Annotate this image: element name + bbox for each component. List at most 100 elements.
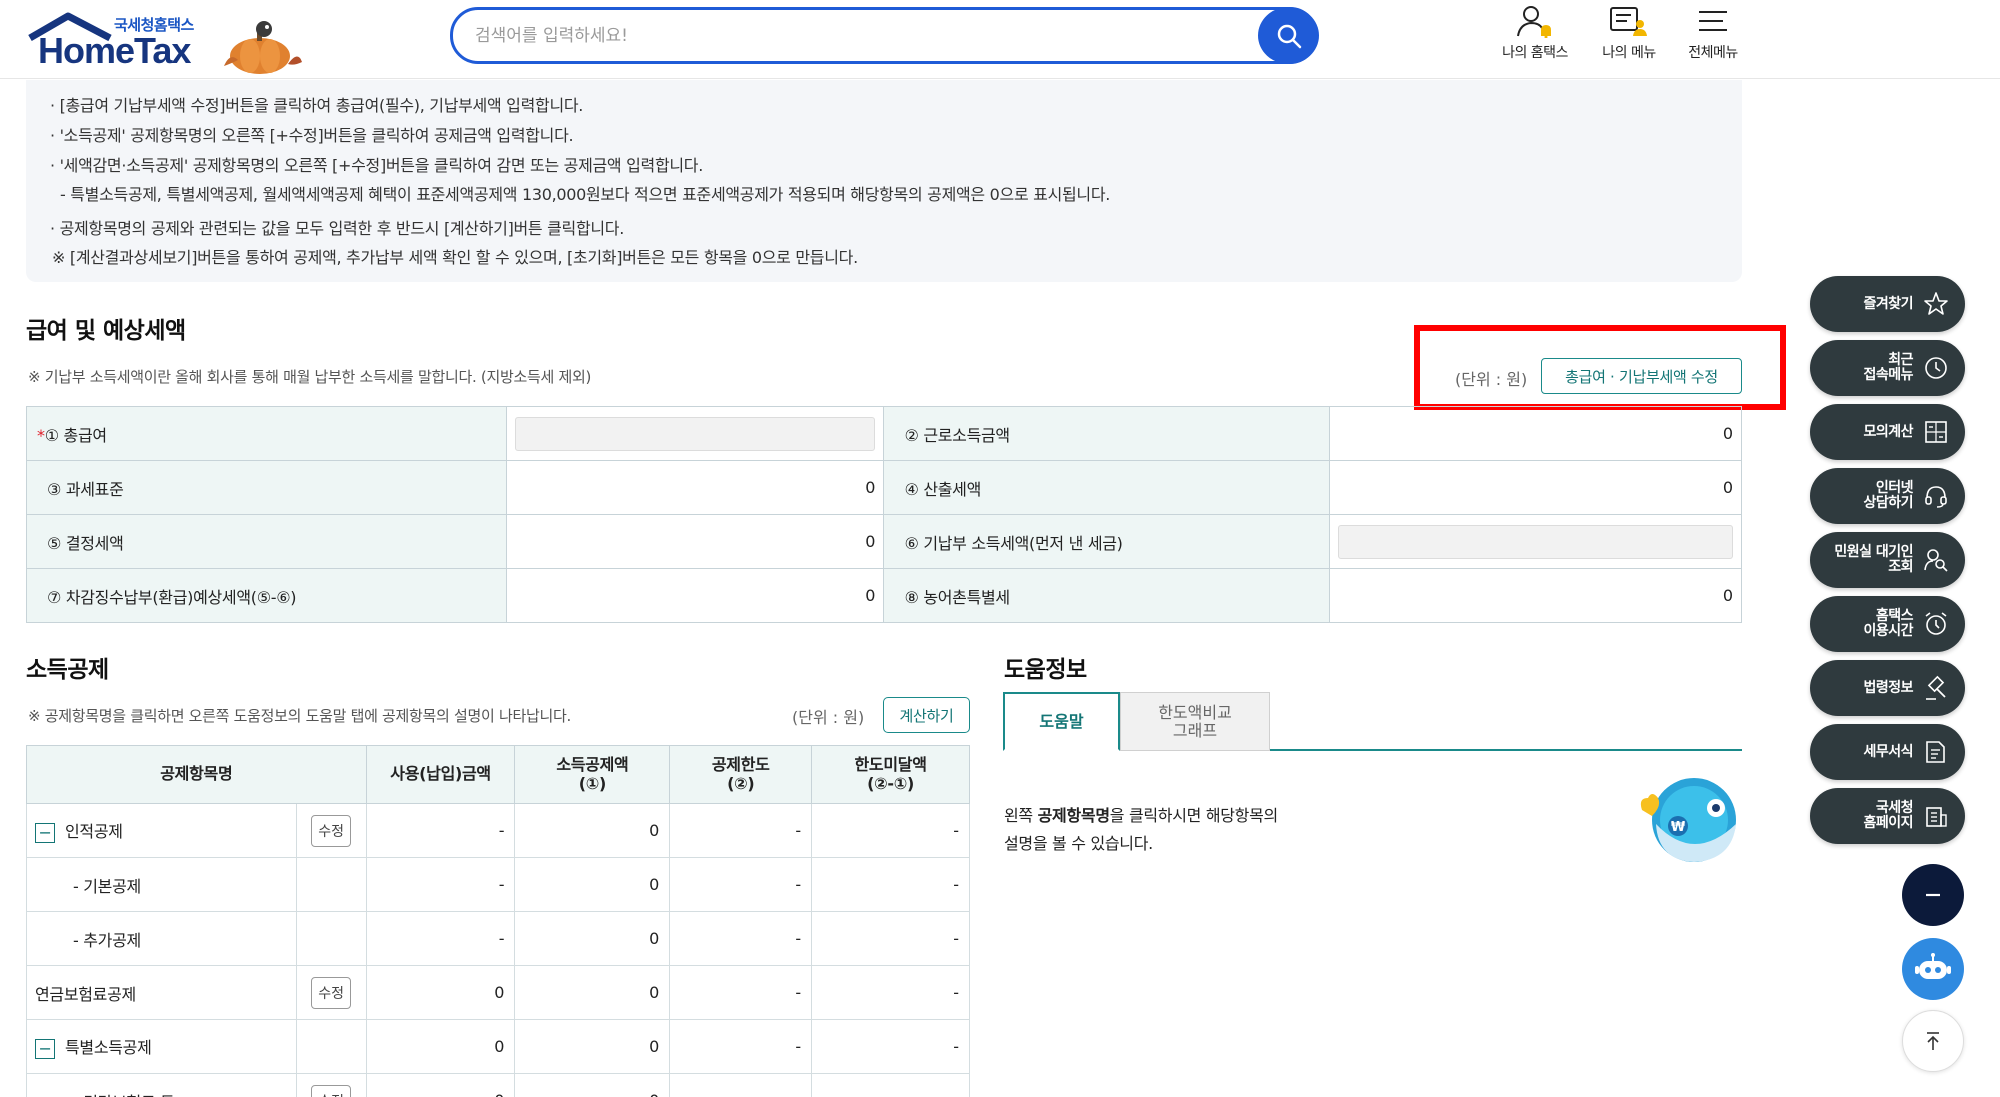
menu-user-icon — [1610, 7, 1647, 36]
side-simulation-button[interactable]: 모의계산 — [1810, 404, 1965, 460]
table-row: 연금보험료공제 수정 0 0 - - — [26, 965, 970, 1020]
calculator-icon — [1925, 421, 1947, 443]
all-menu[interactable]: 전체메뉴 — [1668, 4, 1758, 62]
collapse-toggle[interactable]: − — [35, 822, 55, 843]
edit-cell: 수정 — [295, 1073, 367, 1097]
side-label: 모의계산 — [1863, 423, 1913, 440]
instruction-line: · '소득공제' 공제항목명의 오른쪽 [+수정]버튼을 클릭하여 공제금액 입… — [50, 126, 574, 145]
side-nts-homepage-button[interactable]: 국세청 홈페이지 — [1810, 788, 1965, 844]
scroll-top-button[interactable] — [1902, 1010, 1964, 1072]
star-icon — [1924, 292, 1948, 315]
edit-cell — [295, 1019, 367, 1074]
table-row: - 기본공제 - 0 - - — [26, 857, 970, 912]
instruction-line: ※ [계산결과상세보기]버튼을 통하여 공제액, 추가납부 세액 확인 할 수 … — [52, 248, 858, 267]
highlight-box — [1414, 325, 1786, 410]
user-bell-icon — [1517, 6, 1551, 38]
tax-base-label: ③ 과세표준 — [26, 460, 507, 515]
deduction-table: 공제항목명 사용(납입)금액 소득공제액 (①) 공제한도 (②) 한도미달액 … — [26, 745, 970, 1097]
search-button[interactable] — [1258, 7, 1319, 64]
deduction-amount: 0 — [514, 965, 671, 1020]
salary-table: *① 총급여 ② 근로소득금액 0 ③ 과세표준 0 ④ 산출세액 0 ⑤ 결정… — [26, 406, 1742, 623]
edit-button[interactable]: 수정 — [311, 976, 352, 1009]
table-row: - 추가공제 - 0 - - — [26, 911, 970, 966]
side-waiting-button[interactable]: 민원실 대기인 조회 — [1810, 532, 1965, 588]
clock-icon — [1925, 357, 1947, 379]
help-text-line2: 설명을 볼 수 있습니다. — [1004, 834, 1153, 853]
edit-button[interactable]: 수정 — [311, 1084, 352, 1097]
shortfall-amount: - — [811, 857, 970, 912]
logo-title: HomeTax — [38, 30, 191, 71]
arrow-up-icon — [1927, 1032, 1939, 1050]
side-tax-forms-button[interactable]: 세무서식 — [1810, 724, 1965, 780]
shortfall-amount: - — [811, 803, 970, 858]
side-consult-button[interactable]: 인터넷 상담하기 — [1810, 468, 1965, 524]
side-service-hours-button[interactable]: 홈택스 이용시간 — [1810, 596, 1965, 652]
tab-help[interactable]: 도움말 — [1003, 692, 1120, 751]
col-header-used: 사용(납입)금액 — [365, 745, 516, 804]
table-row: ③ 과세표준 0 ④ 산출세액 0 — [26, 460, 1742, 515]
table-row: ⑦ 차감징수납부(환급)예상세액(⑤-⑥) 0 ⑧ 농어촌특별세 0 — [26, 568, 1742, 623]
table-row: − 특별소득공제 0 0 - - — [26, 1019, 970, 1074]
prepaid-tax-cell — [1329, 514, 1742, 569]
my-hometax-menu[interactable]: 나의 홈택스 — [1490, 4, 1580, 62]
col-header-item: 공제항목명 — [26, 745, 367, 804]
deduction-item-name[interactable]: − 특별소득공제 — [26, 1019, 297, 1074]
salary-note: ※ 기납부 소득세액이란 올해 회사를 통해 매월 납부한 소득세를 말합니다.… — [28, 368, 591, 386]
hamburger-icon — [1699, 11, 1727, 31]
gross-salary-input — [514, 416, 876, 451]
deduction-item-name[interactable]: 연금보험료공제 — [26, 965, 297, 1020]
deduction-item-name[interactable]: − 인적공제 — [26, 803, 297, 858]
shortfall-amount: - — [811, 911, 970, 966]
rural-special-tax-label: ⑧ 농어촌특별세 — [883, 568, 1331, 623]
side-recent-menu-button[interactable]: 최근 접속메뉴 — [1810, 340, 1965, 396]
people-search-icon — [1924, 549, 1948, 572]
table-row: - 건강보험료 등 수정 0 0 - - — [26, 1073, 970, 1097]
table-row: − 인적공제 수정 - 0 - - — [26, 803, 970, 858]
used-amount: - — [365, 911, 516, 966]
collapse-toggle[interactable]: − — [35, 1038, 55, 1059]
search-bar — [450, 7, 1318, 64]
help-text-pre: 왼쪽 — [1004, 806, 1038, 825]
earned-income-value: 0 — [1329, 406, 1742, 461]
used-amount: 0 — [365, 965, 516, 1020]
chatbot-button[interactable] — [1902, 938, 1964, 1000]
hometax-logo[interactable]: 국세청홈택스 HomeTax — [24, 8, 304, 74]
limit-amount: - — [669, 803, 813, 858]
side-label: 인터넷 상담하기 — [1863, 480, 1913, 511]
help-text: 왼쪽 공제항목명을 클릭하시면 해당항목의 설명을 볼 수 있습니다. — [1004, 802, 1278, 858]
calculate-button[interactable]: 계산하기 — [883, 697, 970, 733]
pumpkin-icon — [224, 21, 302, 74]
edit-button[interactable]: 수정 — [311, 814, 352, 847]
expected-refund-label: ⑦ 차감징수납부(환급)예상세액(⑤-⑥) — [26, 568, 507, 623]
deduction-amount: 0 — [514, 1019, 671, 1074]
help-text-bold: 공제항목명 — [1037, 806, 1110, 825]
table-row: *① 총급여 ② 근로소득금액 0 — [26, 406, 1742, 461]
tab-limit-graph[interactable]: 한도액비교 그래프 — [1120, 692, 1270, 751]
rural-special-tax-value: 0 — [1329, 568, 1742, 623]
search-icon — [1277, 24, 1301, 48]
help-text-line1: 왼쪽 공제항목명을 클릭하시면 해당항목의 — [1004, 802, 1278, 830]
minus-icon — [1926, 893, 1940, 897]
limit-amount: - — [669, 1019, 813, 1074]
help-text-post: 을 클릭하시면 해당항목의 — [1109, 806, 1279, 825]
side-label: 국세청 홈페이지 — [1863, 800, 1913, 831]
collapse-menu-button[interactable] — [1902, 864, 1964, 926]
calculated-tax-value: 0 — [1329, 460, 1742, 515]
side-law-info-button[interactable]: 법령정보 — [1810, 660, 1965, 716]
instruction-line: · '세액감면·소득공제' 공제항목명의 오른쪽 [+수정]버튼을 클릭하여 감… — [50, 156, 704, 175]
calculated-tax-label: ④ 산출세액 — [883, 460, 1331, 515]
deduction-item-name[interactable]: - 기본공제 — [26, 857, 297, 912]
search-input[interactable] — [475, 22, 1255, 50]
deduction-item-name[interactable]: - 건강보험료 등 — [26, 1073, 297, 1097]
gross-salary-label: ① 총급여 — [44, 425, 107, 445]
required-mark: * — [37, 425, 45, 445]
deduction-section-title: 소득공제 — [26, 657, 109, 683]
deduction-amount: 0 — [514, 857, 671, 912]
my-menu[interactable]: 나의 메뉴 — [1584, 4, 1674, 62]
col-header-deduction: 소득공제액 (①) — [514, 745, 671, 804]
used-amount: - — [365, 803, 516, 858]
limit-amount: - — [669, 1073, 813, 1097]
deduction-item-name[interactable]: - 추가공제 — [26, 911, 297, 966]
side-favorites-button[interactable]: 즐겨찾기 — [1810, 276, 1965, 332]
prepaid-tax-input — [1338, 524, 1733, 559]
